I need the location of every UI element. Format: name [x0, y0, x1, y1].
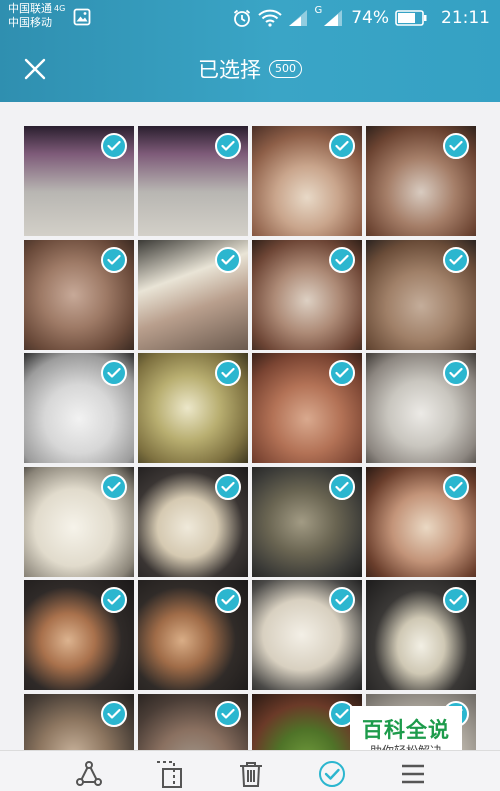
battery-percent: 74% — [351, 8, 389, 28]
selected-check-icon[interactable] — [215, 360, 241, 386]
signal-2-icon — [324, 10, 343, 26]
battery-icon — [395, 10, 427, 26]
photo-tile[interactable] — [252, 580, 362, 690]
selected-check-icon[interactable] — [443, 587, 469, 613]
title-bar: 已选择 500 — [0, 36, 500, 102]
selected-check-icon[interactable] — [329, 133, 355, 159]
selected-check-icon[interactable] — [443, 246, 469, 273]
photo-tile[interactable] — [24, 580, 134, 690]
photo-tile[interactable] — [252, 239, 362, 350]
photo-tile[interactable] — [252, 466, 362, 577]
photo-tile[interactable] — [24, 353, 134, 463]
selected-check-icon[interactable] — [329, 360, 355, 386]
menu-icon[interactable] — [398, 759, 428, 789]
carrier-2-name: 中国移动 — [8, 16, 52, 29]
photo-tile[interactable] — [252, 126, 362, 236]
selected-check-icon[interactable] — [101, 700, 127, 727]
header: 中国联通 4G 中国移动 G 74% 21:11 已选择 500 — [0, 0, 500, 102]
selected-check-icon[interactable] — [101, 246, 127, 273]
carrier-1-name: 中国联通 — [8, 2, 52, 15]
share-icon[interactable] — [74, 759, 104, 789]
status-bar: 中国联通 4G 中国移动 G 74% 21:11 — [0, 0, 500, 36]
photo-tile[interactable] — [252, 693, 362, 750]
bottom-toolbar — [0, 750, 500, 791]
page-title: 已选择 — [198, 58, 261, 82]
gallery-notification-icon — [73, 8, 91, 26]
selected-check-icon[interactable] — [443, 360, 469, 386]
photo-tile[interactable] — [24, 466, 134, 577]
photo-tile[interactable] — [138, 466, 248, 577]
photo-tile[interactable] — [138, 239, 248, 350]
photo-tile[interactable] — [138, 580, 248, 690]
photo-tile[interactable] — [366, 353, 476, 463]
selected-count-badge: 500 — [269, 60, 302, 78]
selected-check-icon[interactable] — [215, 700, 241, 727]
selected-check-icon[interactable] — [215, 473, 241, 500]
photo-tile[interactable] — [252, 353, 362, 463]
watermark-title: 百科全说 — [362, 718, 450, 742]
carrier-1-network: 4G — [54, 4, 66, 13]
delete-icon[interactable] — [236, 759, 266, 789]
selected-check-icon[interactable] — [215, 133, 241, 159]
selected-check-icon[interactable] — [101, 360, 127, 386]
selected-check-icon[interactable] — [443, 473, 469, 500]
selected-check-icon[interactable] — [329, 587, 355, 613]
photo-tile[interactable] — [366, 580, 476, 690]
photo-tile[interactable] — [366, 239, 476, 350]
signal-1-icon — [289, 10, 308, 26]
carrier-info: 中国联通 4G 中国移动 — [8, 2, 65, 30]
selected-check-icon[interactable] — [443, 133, 469, 159]
photo-tile[interactable] — [138, 693, 248, 750]
select-all-icon[interactable] — [317, 759, 347, 789]
photo-tile[interactable] — [24, 693, 134, 750]
clock-time: 21:11 — [441, 8, 490, 28]
selected-check-icon[interactable] — [329, 246, 355, 273]
status-right: G 74% 21:11 — [232, 5, 490, 31]
photo-tile[interactable] — [24, 126, 134, 236]
photo-tile[interactable] — [24, 239, 134, 350]
wifi-icon — [258, 9, 283, 27]
crop-select-icon[interactable] — [154, 759, 184, 789]
selected-check-icon[interactable] — [215, 246, 241, 273]
signal-2-label: G — [314, 5, 323, 16]
photo-tile[interactable] — [366, 466, 476, 577]
photo-tile[interactable] — [366, 126, 476, 236]
selected-check-icon[interactable] — [101, 473, 127, 500]
selected-check-icon[interactable] — [329, 473, 355, 500]
title-wrap: 已选择 500 — [0, 54, 500, 84]
photo-tile[interactable] — [138, 353, 248, 463]
photo-tile[interactable] — [138, 126, 248, 236]
selected-check-icon[interactable] — [101, 133, 127, 159]
alarm-icon — [234, 9, 251, 27]
photo-grid — [0, 102, 500, 750]
selected-check-icon[interactable] — [101, 587, 127, 613]
selected-check-icon[interactable] — [215, 587, 241, 613]
